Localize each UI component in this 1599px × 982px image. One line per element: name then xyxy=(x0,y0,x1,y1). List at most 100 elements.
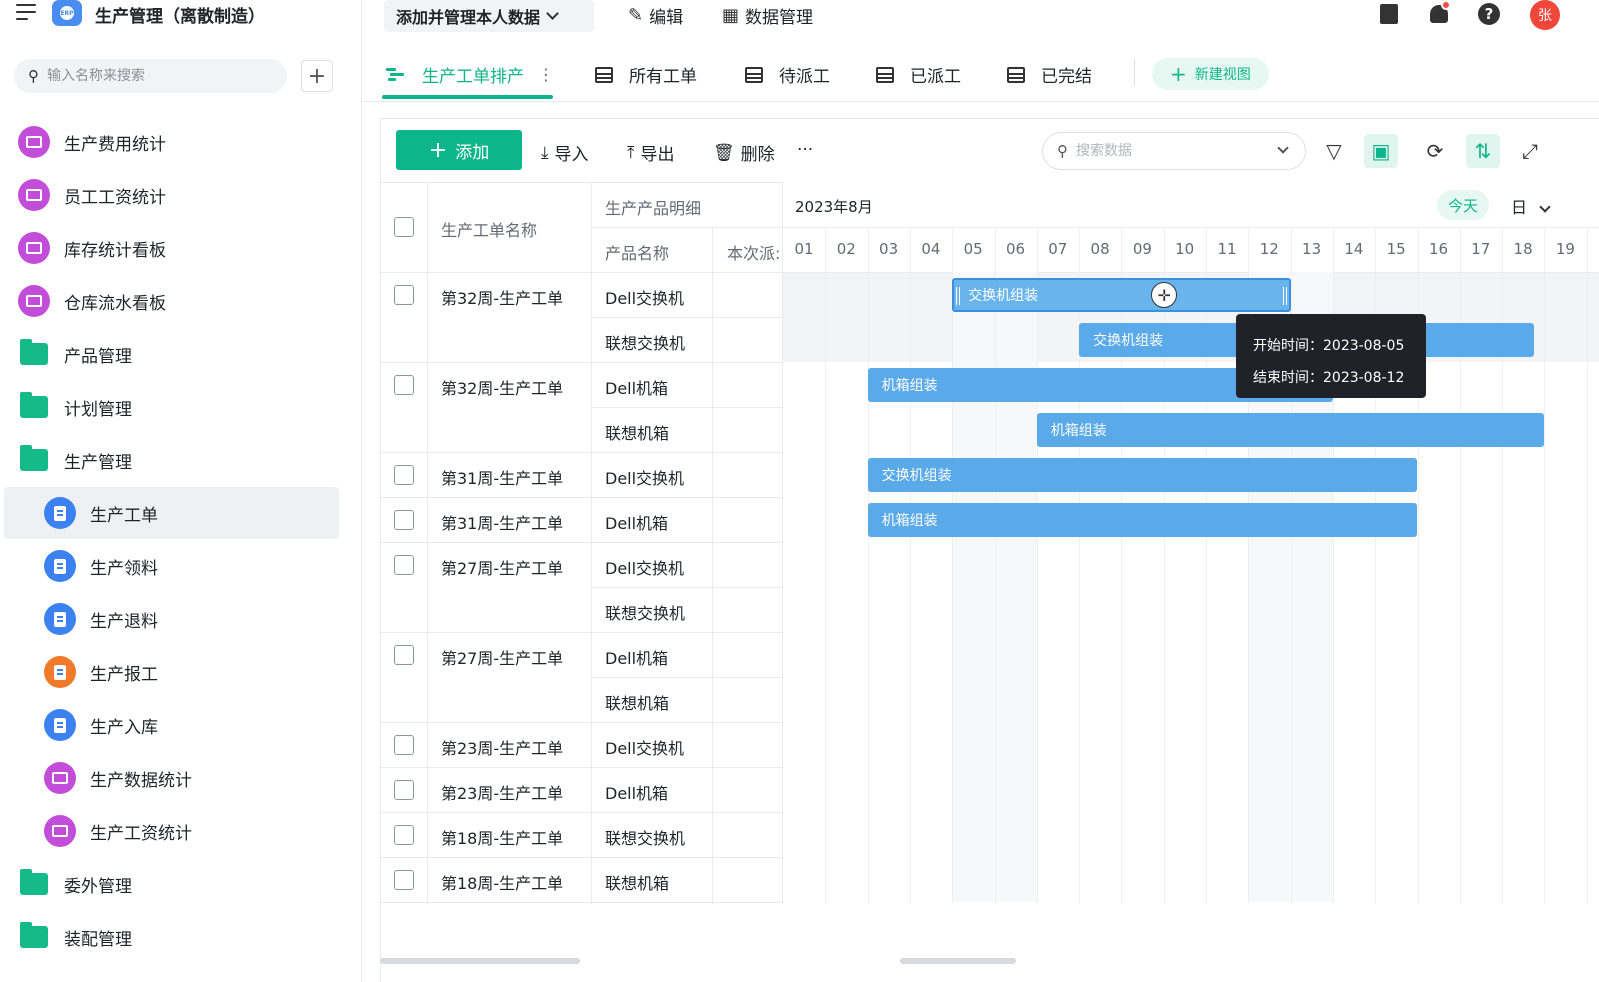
fullscreen-icon[interactable]: ⤢ xyxy=(1513,134,1547,168)
gantt-settings-icon[interactable]: ▣ xyxy=(1364,134,1398,168)
edit-button[interactable]: ✎ 编辑 xyxy=(628,3,683,28)
tab-all-orders[interactable]: 所有工单 xyxy=(595,62,697,87)
filter-icon[interactable]: ▽ xyxy=(1317,134,1351,168)
sidebar-item[interactable]: 生产领料 xyxy=(4,540,339,592)
order-name-cell[interactable]: 第31周-生产工单 xyxy=(441,465,563,489)
product-name-cell[interactable]: Dell机箱 xyxy=(605,510,668,534)
product-name-cell[interactable]: Dell机箱 xyxy=(605,645,668,669)
row-checkbox[interactable] xyxy=(394,465,414,485)
sidebar-item[interactable]: 库存统计看板 xyxy=(4,222,339,274)
resize-handle-right[interactable] xyxy=(1282,287,1287,305)
product-name-cell[interactable]: Dell交换机 xyxy=(605,465,684,489)
sidebar-item-label: 库存统计看板 xyxy=(64,240,166,261)
order-name-cell[interactable]: 第18周-生产工单 xyxy=(441,870,563,894)
sidebar-item[interactable]: 产品管理 xyxy=(4,328,339,380)
gantt-bar-label: 机箱组装 xyxy=(1050,423,1107,439)
product-name-cell[interactable]: 联想交换机 xyxy=(605,600,685,624)
column-header-order-name[interactable]: 生产工单名称 xyxy=(441,217,537,241)
product-name-cell[interactable]: 联想机箱 xyxy=(605,870,669,894)
more-button[interactable]: ··· xyxy=(797,140,813,160)
gantt-bar[interactable]: 交换机组装 xyxy=(867,458,1418,492)
tab-pending-dispatch[interactable]: 待派工 xyxy=(745,62,830,87)
app-header: ERP 生产管理（离散制造） xyxy=(0,0,362,30)
export-button[interactable]: ⤒ 导出 xyxy=(627,140,675,166)
sidebar-item[interactable]: 生产入库 xyxy=(4,699,339,751)
sidebar-item[interactable]: 仓库流水看板 xyxy=(4,275,339,327)
gantt-bar[interactable]: 交换机组装 ✛ xyxy=(952,278,1291,312)
product-name-cell[interactable]: 联想机箱 xyxy=(605,420,669,444)
sidebar-item[interactable]: 生产报工 xyxy=(4,646,339,698)
view-permission-select[interactable]: 添加并管理本人数据 xyxy=(384,0,594,32)
data-manage-button[interactable]: ▦ 数据管理 xyxy=(722,3,813,28)
delete-button[interactable]: 🗑 删除 xyxy=(713,140,775,166)
row-checkbox[interactable] xyxy=(394,645,414,665)
row-checkbox[interactable] xyxy=(394,375,414,395)
row-checkbox[interactable] xyxy=(394,780,414,800)
gantt-bar[interactable]: 机箱组装 xyxy=(867,503,1418,537)
sort-icon[interactable]: ⇅ xyxy=(1466,134,1500,168)
move-icon[interactable]: ✛ xyxy=(1151,282,1178,308)
product-name-cell[interactable]: Dell交换机 xyxy=(605,735,684,759)
sidebar-item[interactable]: 委外管理 xyxy=(4,858,339,910)
product-name-cell[interactable]: Dell机箱 xyxy=(605,780,668,804)
help-icon[interactable]: ? xyxy=(1478,3,1500,25)
sidebar-item[interactable]: 装配管理 xyxy=(4,911,339,963)
sidebar-search-input[interactable] xyxy=(47,68,267,84)
order-name-cell[interactable]: 第23周-生产工单 xyxy=(441,735,563,759)
add-record-button[interactable]: + 添加 xyxy=(396,130,522,170)
sidebar-item[interactable]: 生产退料 xyxy=(4,593,339,645)
order-name-cell[interactable]: 第27周-生产工单 xyxy=(441,555,563,579)
product-name-cell[interactable]: Dell交换机 xyxy=(605,555,684,579)
menu-icon[interactable] xyxy=(16,4,36,22)
row-checkbox[interactable] xyxy=(394,735,414,755)
search-icon: ⚲ xyxy=(1057,142,1068,160)
refresh-icon[interactable]: ⟳ xyxy=(1418,134,1452,168)
column-header-product-name[interactable]: 产品名称 xyxy=(605,240,669,264)
tab-completed[interactable]: 已完结 xyxy=(1007,62,1092,87)
book-icon[interactable] xyxy=(1378,3,1400,25)
sidebar-item[interactable]: 生产数据统计 xyxy=(4,752,339,804)
chevron-down-icon[interactable] xyxy=(1277,142,1289,154)
table-scrollbar[interactable] xyxy=(380,958,580,964)
resize-handle-left[interactable] xyxy=(956,287,961,305)
select-all-checkbox[interactable] xyxy=(394,217,414,237)
bell-icon[interactable] xyxy=(1428,0,1451,25)
row-checkbox[interactable] xyxy=(394,870,414,890)
more-vertical-icon[interactable]: ⋮ xyxy=(538,65,554,84)
order-name-cell[interactable]: 第32周-生产工单 xyxy=(441,375,563,399)
order-name-cell[interactable]: 第31周-生产工单 xyxy=(441,510,563,534)
sidebar-item[interactable]: 生产管理 xyxy=(4,434,339,486)
data-search-input[interactable] xyxy=(1076,143,1256,159)
sidebar-item[interactable]: 员工工资统计 xyxy=(4,169,339,221)
gantt-bar[interactable]: 机箱组装 xyxy=(1036,413,1545,447)
row-checkbox[interactable] xyxy=(394,285,414,305)
order-name-cell[interactable]: 第32周-生产工单 xyxy=(441,285,563,309)
order-name-cell[interactable]: 第23周-生产工单 xyxy=(441,780,563,804)
time-scale-select[interactable]: 日 xyxy=(1511,194,1551,218)
product-name-cell[interactable]: 联想交换机 xyxy=(605,825,685,849)
product-name-cell[interactable]: Dell机箱 xyxy=(605,375,668,399)
sidebar-add-button[interactable]: + xyxy=(301,60,333,92)
order-name-cell[interactable]: 第27周-生产工单 xyxy=(441,645,563,669)
row-checkbox[interactable] xyxy=(394,555,414,575)
tab-gantt[interactable]: 生产工单排产 ⋮ xyxy=(386,62,554,87)
sidebar-item[interactable]: 生产费用统计 xyxy=(4,116,339,168)
row-checkbox[interactable] xyxy=(394,510,414,530)
product-name-cell[interactable]: 联想机箱 xyxy=(605,690,669,714)
avatar[interactable]: 张 xyxy=(1530,0,1560,30)
sidebar-item[interactable]: 生产工资统计 xyxy=(4,805,339,857)
column-header-dispatch-qty[interactable]: 本次派: xyxy=(727,240,781,264)
sidebar-item[interactable]: 生产工单 xyxy=(4,487,339,539)
gantt-scrollbar[interactable] xyxy=(900,958,1016,964)
edit-label: 编辑 xyxy=(649,8,684,28)
row-checkbox[interactable] xyxy=(394,825,414,845)
sidebar-item[interactable]: 计划管理 xyxy=(4,381,339,433)
product-name-cell[interactable]: 联想交换机 xyxy=(605,330,685,354)
tab-dispatched[interactable]: 已派工 xyxy=(876,62,961,87)
today-button[interactable]: 今天 xyxy=(1437,190,1489,220)
new-view-button[interactable]: + 新建视图 xyxy=(1152,58,1269,90)
import-button[interactable]: ⤓ 导入 xyxy=(541,140,589,166)
order-name-cell[interactable]: 第18周-生产工单 xyxy=(441,825,563,849)
product-name-cell[interactable]: Dell交换机 xyxy=(605,285,684,309)
notification-dot xyxy=(1441,0,1451,10)
